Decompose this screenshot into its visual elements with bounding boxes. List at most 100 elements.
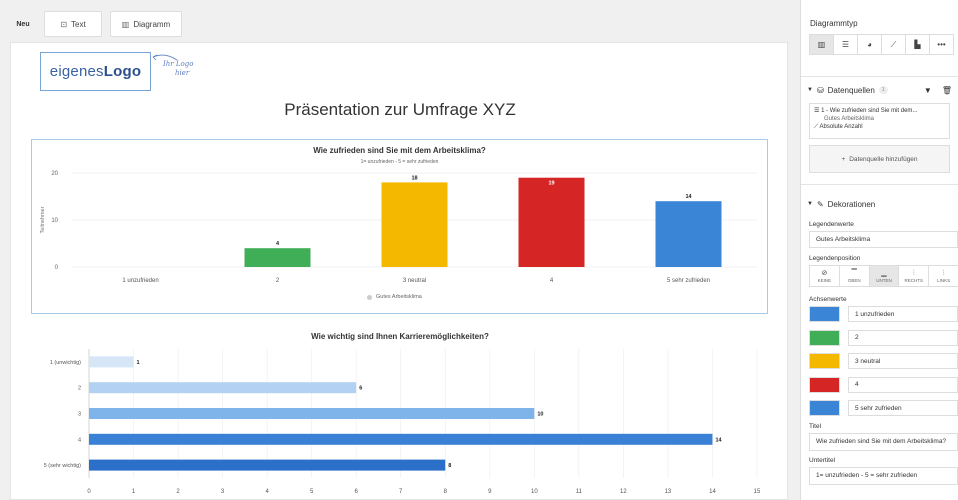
legend-position-unten[interactable]: ▁ UNTEN	[868, 265, 900, 287]
legend-position-label: RECHTS	[904, 277, 924, 283]
y-axis-label: Teilnehmer	[40, 206, 46, 233]
bar-chart-icon: ▥	[817, 40, 826, 49]
logo-hint: Ihr Logo hier	[152, 54, 193, 78]
color-swatch-button[interactable]	[809, 400, 840, 416]
legend-values-label: Legendenwerte	[809, 221, 854, 228]
delete-icon[interactable]: 🗑	[942, 86, 952, 95]
bar[interactable]	[89, 433, 713, 445]
line-chart-icon: ⟋	[890, 39, 897, 49]
legend-position-buttons: ⊘ KEINE ▔ OBEN ▁ UNTEN ⫶ RECHTS ⫶ LINKS	[809, 265, 958, 287]
more-icon: •••	[937, 40, 946, 49]
datasources-count-badge: 1	[878, 86, 888, 94]
datasources-header[interactable]: ▼ ⛁ Datenquellen 1 ▼ 🗑	[807, 81, 952, 99]
data-label: 10	[537, 412, 543, 418]
database-icon: ⛁	[816, 85, 824, 95]
axis-values-label: Achsenwerte	[809, 296, 847, 303]
axis-value-row: 4	[809, 376, 958, 394]
x-tick-label: 15	[754, 489, 761, 495]
x-tick-label: 5 sehr zufrieden	[667, 278, 710, 284]
filter-icon[interactable]: ▼	[924, 86, 932, 95]
x-tick-label: 10	[531, 489, 538, 495]
chart-type-button[interactable]: ⟋	[881, 34, 906, 55]
decorations-heading: Dekorationen	[827, 199, 876, 209]
data-label: 6	[359, 386, 362, 392]
bar[interactable]	[518, 177, 585, 267]
add-datasource-button[interactable]: + Datenquelle hinzufügen	[809, 145, 950, 173]
bar[interactable]	[89, 459, 446, 471]
datasource-item[interactable]: ☰ 1 - Wie zufrieden sind Sie mit dem... …	[809, 103, 950, 139]
legend-position-links[interactable]: ⫶ LINKS	[928, 265, 958, 287]
bar[interactable]	[89, 356, 134, 368]
axis-value-input[interactable]: 4	[848, 376, 958, 393]
legend-position-rechts[interactable]: ⫶ RECHTS	[898, 265, 930, 287]
datasource-title: 1 - Wie zufrieden sind Sie mit dem...	[821, 108, 918, 114]
color-swatch-button[interactable]	[809, 306, 840, 322]
bar[interactable]	[655, 201, 722, 267]
add-text-button[interactable]: ⊡ Text	[44, 11, 102, 37]
axis-values-list: 1 unzufrieden 2 3 neutral 4 5 sehr zufrieden	[801, 305, 958, 417]
legend-swatch	[367, 294, 372, 300]
y-tick-label: 2	[78, 386, 81, 392]
add-datasource-label: Datenquelle hinzufügen	[849, 155, 918, 163]
decorations-section: ▼ ✎ Dekorationen Legendenwerte Gutes Arb…	[801, 185, 958, 485]
data-label: 18	[411, 175, 417, 181]
chart-type-button[interactable]: ▥	[809, 34, 834, 55]
stacked-bar-icon: ▙	[914, 40, 921, 49]
legend-position-keine[interactable]: ⊘ KEINE	[809, 265, 840, 287]
chart-type-button[interactable]: ◕	[857, 34, 882, 55]
legend-position-label: UNTEN	[876, 277, 892, 283]
color-swatch-button[interactable]	[809, 329, 840, 346]
decorations-header[interactable]: ▼ ✎ Dekorationen	[807, 195, 952, 213]
presentation-title[interactable]: Präsentation zur Umfrage XYZ	[11, 100, 787, 120]
add-diagram-button[interactable]: ▥ Diagramm	[110, 11, 182, 37]
editor-toolbar: Neu ⊡ Text ▥ Diagramm	[10, 10, 788, 38]
axis-value-row: 5 sehr zufrieden	[809, 399, 958, 417]
legend-position-oben[interactable]: ▔ OBEN	[838, 265, 870, 287]
logo-text-bold: Logo	[103, 63, 142, 80]
logo-hint-line2: hier	[175, 69, 190, 77]
y-tick-label: 4	[78, 437, 81, 443]
data-label: 14	[715, 437, 722, 443]
chart-type-button[interactable]: ▙	[905, 34, 930, 55]
axis-value-input[interactable]: 5 sehr zufrieden	[848, 400, 958, 416]
y-tick-label: 3	[78, 412, 81, 418]
subtitle-input[interactable]: 1= unzufrieden - 5 = sehr zufrieden	[809, 466, 958, 485]
plus-icon: +	[841, 155, 846, 163]
axis-value-row: 1 unzufrieden	[809, 305, 958, 323]
axis-value-input[interactable]: 1 unzufrieden	[848, 306, 958, 322]
chart-type-button[interactable]: •••	[929, 34, 954, 55]
color-swatch-button[interactable]	[809, 353, 840, 369]
legend-position-icon: ⊘	[821, 269, 828, 277]
collapse-arrow-icon[interactable]: ▼	[807, 201, 813, 207]
chart-1-legend: Gutes Arbeitsklima	[367, 294, 422, 300]
bar[interactable]	[89, 408, 535, 419]
pie-chart-icon: ◕	[867, 40, 872, 49]
line-chart-icon: ⟋	[814, 124, 819, 130]
bar[interactable]	[381, 182, 448, 267]
x-tick-label: 9	[488, 489, 492, 495]
chart-type-button[interactable]: ☰	[833, 34, 858, 55]
chart-2-title: Wie wichtig sind Ihnen Karrieremöglichke…	[311, 332, 489, 341]
x-tick-label: 14	[709, 489, 716, 495]
chart-type-buttons: ▥ ☰ ◕ ⟋ ▙ •••	[809, 34, 958, 55]
color-swatch-button[interactable]	[809, 376, 840, 393]
bar[interactable]	[89, 382, 357, 394]
x-tick-label: 13	[665, 489, 672, 495]
axis-value-input[interactable]: 3 neutral	[848, 353, 958, 369]
text-icon: ⊡	[60, 19, 68, 29]
axis-value-input[interactable]: 2	[848, 329, 958, 346]
bar[interactable]	[244, 248, 311, 267]
collapse-arrow-icon[interactable]: ▼	[807, 87, 813, 93]
x-tick-label: 2	[276, 278, 280, 284]
brush-icon: ✎	[816, 199, 824, 209]
legend-values-input[interactable]: Gutes Arbeitsklima	[809, 231, 958, 248]
presentation-canvas[interactable]: eigenes Logo Ihr Logo hier Präsentation z…	[10, 42, 788, 500]
title-input[interactable]: Wie zufrieden sind Sie mit dem Arbeitskl…	[809, 432, 958, 451]
logo-placeholder[interactable]: eigenes Logo	[40, 52, 151, 91]
legend-position-icon: ▔	[851, 269, 857, 277]
chart-1-frame[interactable]: Wie zufrieden sind Sie mit dem Arbeitskl…	[31, 139, 768, 314]
axis-value-row: 2	[809, 329, 958, 347]
legend-position-icon: ▁	[881, 269, 887, 277]
x-tick-label: 3 neutral	[403, 278, 426, 284]
properties-panel: Diagrammtyp ▥ ☰ ◕ ⟋ ▙ ••• ▼ ⛁ Datenquellen 1 …	[800, 0, 958, 500]
